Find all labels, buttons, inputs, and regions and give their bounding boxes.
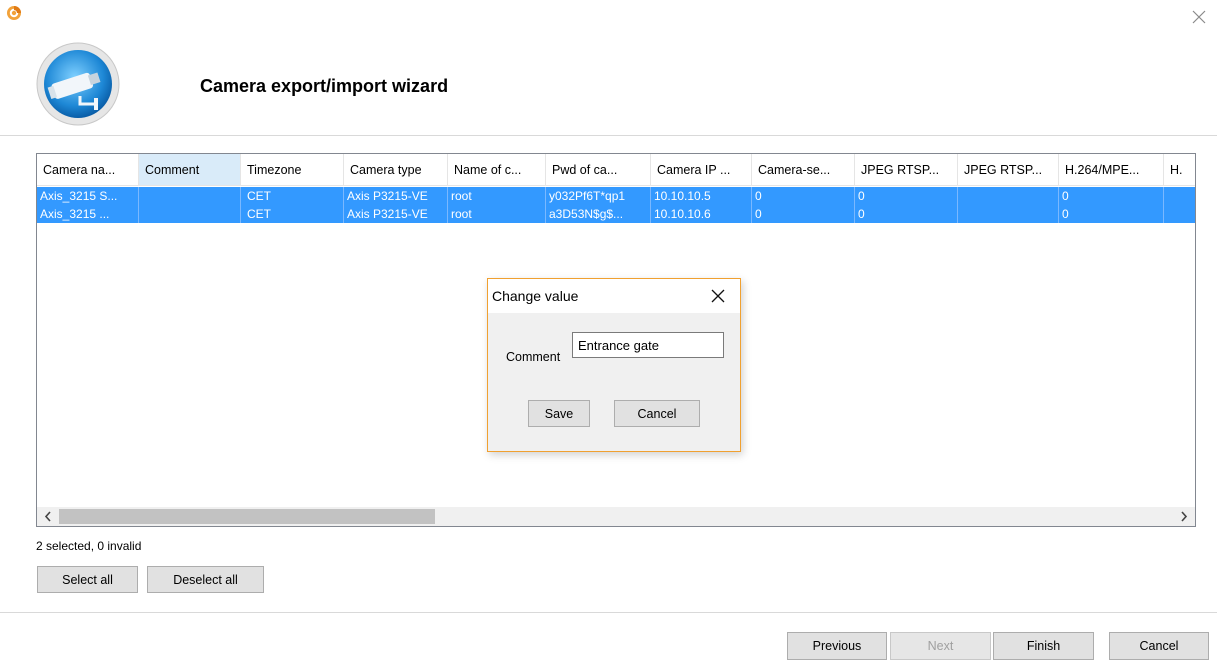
table-row[interactable]: Axis_3215 ... CET Axis P3215-VE root a3D…	[37, 205, 1195, 223]
change-value-dialog[interactable]: Change value Comment Save Cancel	[487, 278, 741, 452]
column-header[interactable]: JPEG RTSP...	[855, 154, 958, 186]
column-header[interactable]: Timezone	[241, 154, 344, 186]
page-title: Camera export/import wizard	[200, 76, 449, 96]
table-cell[interactable]: 0	[1059, 187, 1164, 205]
save-button[interactable]: Save	[528, 400, 590, 427]
comment-input[interactable]	[572, 332, 724, 358]
table-cell[interactable]: 0	[1059, 205, 1164, 223]
column-header[interactable]: Comment	[139, 154, 241, 186]
dialog-cancel-button[interactable]: Cancel	[614, 400, 700, 427]
dialog-title: Change value	[492, 288, 579, 304]
deselect-all-button[interactable]: Deselect all	[147, 566, 264, 593]
table-cell[interactable]: 10.10.10.6	[651, 205, 752, 223]
select-all-button[interactable]: Select all	[37, 566, 138, 593]
close-icon[interactable]	[710, 288, 726, 304]
table-cell[interactable]: 10.10.10.5	[651, 187, 752, 205]
table-cell[interactable]: 0	[855, 187, 958, 205]
table-cell[interactable]	[958, 205, 1059, 223]
column-header[interactable]: Camera type	[344, 154, 448, 186]
table-cell[interactable]: Axis_3215 S...	[37, 187, 139, 205]
table-header: Camera na... Comment Timezone Camera typ…	[37, 154, 1195, 186]
table-cell[interactable]	[1164, 205, 1195, 223]
table-cell[interactable]: root	[448, 205, 546, 223]
table-cell[interactable]: 0	[752, 187, 855, 205]
table-cell[interactable]: CET	[241, 205, 344, 223]
camera-logo-icon	[36, 42, 120, 126]
scrollbar-thumb[interactable]	[59, 509, 435, 524]
table-cell[interactable]	[139, 187, 241, 205]
table-cell[interactable]: a3D53N$g$...	[546, 205, 651, 223]
table-cell[interactable]: CET	[241, 187, 344, 205]
table-cell[interactable]: Axis_3215 ...	[37, 205, 139, 223]
header-divider	[0, 135, 1217, 136]
column-header[interactable]: Name of c...	[448, 154, 546, 186]
column-header[interactable]: H.	[1164, 154, 1195, 186]
table-cell[interactable]: Axis P3215-VE	[344, 205, 448, 223]
table-cell[interactable]: y032Pf6T*qp1	[546, 187, 651, 205]
column-header[interactable]: Pwd of ca...	[546, 154, 651, 186]
table-cell[interactable]: root	[448, 187, 546, 205]
app-logo-icon	[7, 6, 21, 20]
comment-label: Comment	[506, 350, 561, 364]
selection-status: 2 selected, 0 invalid	[36, 539, 142, 553]
horizontal-scrollbar[interactable]	[37, 507, 1195, 526]
previous-button[interactable]: Previous	[787, 632, 887, 660]
table-cell[interactable]: Axis P3215-VE	[344, 187, 448, 205]
table-row[interactable]: Axis_3215 S... CET Axis P3215-VE root y0…	[37, 187, 1195, 205]
table-cell[interactable]	[139, 205, 241, 223]
finish-button[interactable]: Finish	[993, 632, 1094, 660]
chevron-right-icon[interactable]	[1175, 509, 1193, 524]
table-cell[interactable]	[1164, 187, 1195, 205]
cancel-button[interactable]: Cancel	[1109, 632, 1209, 660]
footer-divider	[0, 612, 1217, 613]
column-header[interactable]: JPEG RTSP...	[958, 154, 1059, 186]
table-cell[interactable]	[958, 187, 1059, 205]
table-cell[interactable]: 0	[752, 205, 855, 223]
column-header[interactable]: Camera-se...	[752, 154, 855, 186]
dialog-titlebar: Change value	[488, 279, 740, 313]
table-cell[interactable]: 0	[855, 205, 958, 223]
next-button[interactable]: Next	[890, 632, 991, 660]
chevron-left-icon[interactable]	[39, 509, 57, 524]
close-icon[interactable]	[1190, 8, 1208, 26]
column-header[interactable]: H.264/MPE...	[1059, 154, 1164, 186]
column-header[interactable]: Camera na...	[37, 154, 139, 186]
column-header[interactable]: Camera IP ...	[651, 154, 752, 186]
